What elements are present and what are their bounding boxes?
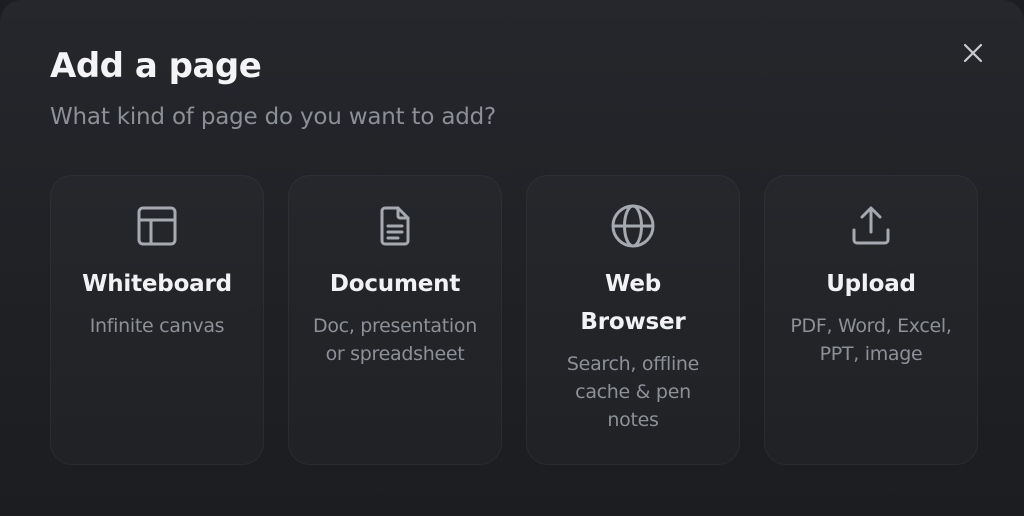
option-title: Upload bbox=[826, 271, 916, 297]
close-icon bbox=[963, 43, 983, 63]
close-button[interactable] bbox=[956, 36, 990, 70]
option-title: Document bbox=[329, 271, 461, 297]
dialog-subtitle: What kind of page do you want to add? bbox=[50, 104, 497, 130]
option-title: Web Browser bbox=[580, 271, 686, 335]
add-page-dialog: Add a page What kind of page do you want… bbox=[0, 0, 1024, 516]
option-description: Doc, presentation or spreadsheet bbox=[313, 315, 477, 365]
option-description: PDF, Word, Excel, PPT, image bbox=[790, 315, 952, 365]
layout-icon bbox=[134, 203, 180, 249]
option-whiteboard[interactable]: Whiteboard Infinite canvas bbox=[50, 175, 264, 465]
option-description: Search, offline cache & pen notes bbox=[566, 353, 700, 431]
globe-icon bbox=[610, 203, 656, 249]
option-description: Infinite canvas bbox=[89, 315, 225, 337]
page-type-options: Whiteboard Infinite canvas Document Doc,… bbox=[50, 175, 978, 465]
option-upload[interactable]: Upload PDF, Word, Excel, PPT, image bbox=[764, 175, 978, 465]
dialog-title: Add a page bbox=[50, 46, 262, 86]
document-icon bbox=[372, 203, 418, 249]
option-web-browser[interactable]: Web Browser Search, offline cache & pen … bbox=[526, 175, 740, 465]
option-document[interactable]: Document Doc, presentation or spreadshee… bbox=[288, 175, 502, 465]
upload-icon bbox=[848, 203, 894, 249]
option-title: Whiteboard bbox=[82, 271, 232, 297]
